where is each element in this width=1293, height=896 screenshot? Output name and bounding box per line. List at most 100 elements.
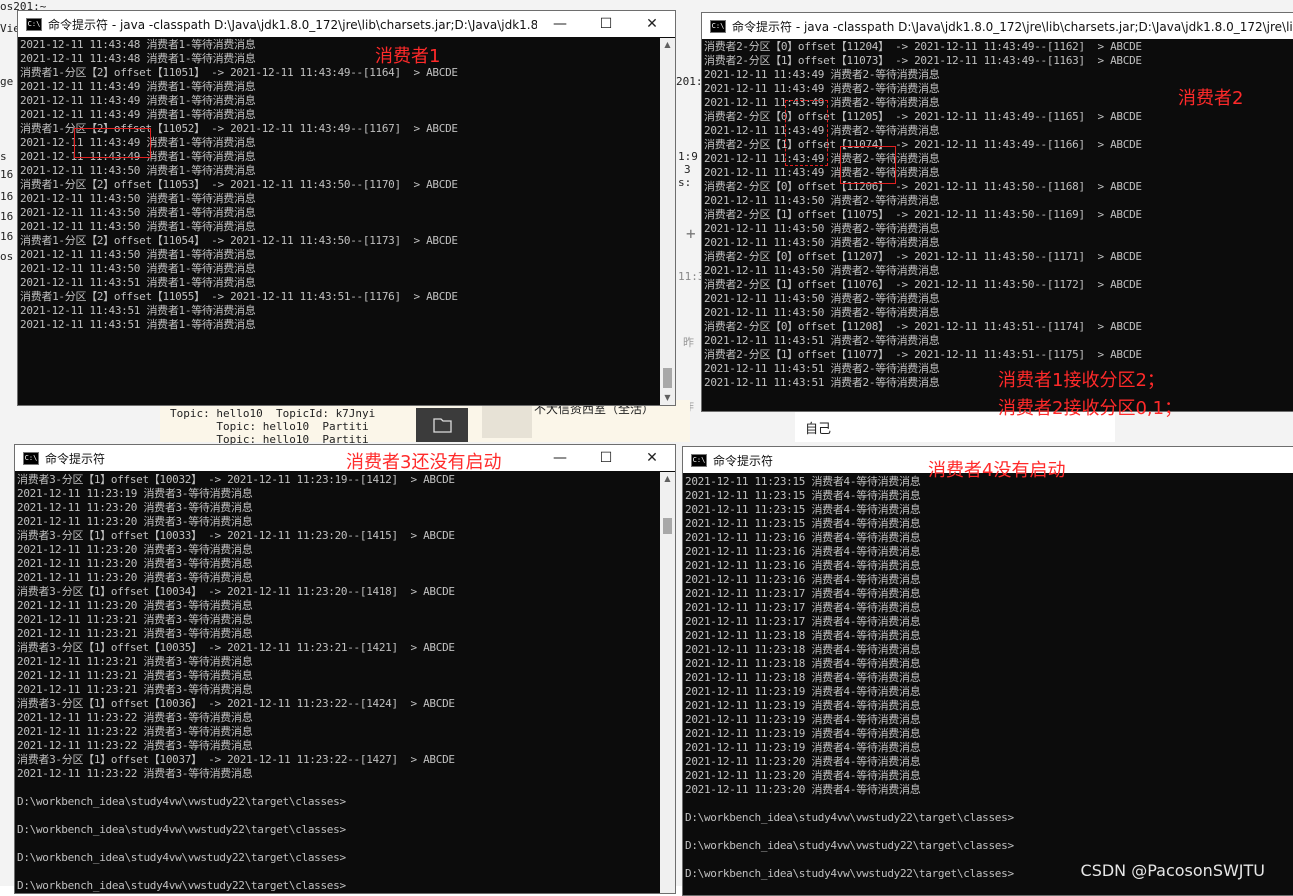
cmd-window-consumer1[interactable]: C:\ 命令提示符 - java -classpath D:\Java\jdk1… xyxy=(17,10,676,406)
console-output[interactable]: 2021-12-11 11:23:15 消费者4-等待消费消息 2021-12-… xyxy=(685,475,1293,895)
bg-fragment: 16 xyxy=(0,230,14,243)
console-line: 2021-12-11 11:43:49 消费者1-等待消费消息 xyxy=(20,80,256,93)
console-line: 2021-12-11 11:23:20 消费者3-等待消费消息 xyxy=(17,515,253,528)
console-line: 2021-12-11 11:43:50 消费者1-等待消费消息 xyxy=(20,248,256,261)
minimize-button[interactable]: — xyxy=(537,445,583,471)
console-line: 2021-12-11 11:43:51 消费者2-等待消费消息 xyxy=(704,334,940,347)
console-line: 消费者3-分区【1】offset【10036】 -> 2021-12-11 11… xyxy=(17,697,455,710)
console-line: 2021-12-11 11:23:20 消费者3-等待消费消息 xyxy=(17,557,253,570)
bg-fragment: + xyxy=(686,224,696,243)
watermark: CSDN @PacosonSWJTU xyxy=(1080,861,1265,880)
console-line: 消费者2-分区【1】offset【11073】 -> 2021-12-11 11… xyxy=(704,54,1142,67)
console-line: 2021-12-11 11:23:20 消费者3-等待消费消息 xyxy=(17,543,253,556)
console-line: 消费者3-分区【1】offset【10035】 -> 2021-12-11 11… xyxy=(17,641,455,654)
console-line: 2021-12-11 11:23:21 消费者3-等待消费消息 xyxy=(17,655,253,668)
cmd-icon: C:\ xyxy=(710,19,726,33)
console-line: 2021-12-11 11:23:22 消费者3-等待消费消息 xyxy=(17,739,253,752)
console-line: 2021-12-11 11:43:50 消费者2-等待消费消息 xyxy=(704,306,940,319)
console-output[interactable]: 消费者3-分区【1】offset【10032】 -> 2021-12-11 11… xyxy=(17,473,659,893)
console-line: 2021-12-11 11:23:20 消费者4-等待消费消息 xyxy=(685,783,921,796)
console-line: 2021-12-11 11:23:15 消费者4-等待消费消息 xyxy=(685,517,921,530)
console-line: 2021-12-11 11:23:18 消费者4-等待消费消息 xyxy=(685,629,921,642)
scroll-thumb[interactable] xyxy=(663,368,672,388)
console-line: 消费者1-分区【2】offset【11054】 -> 2021-12-11 11… xyxy=(20,234,458,247)
cmd-window-consumer4[interactable]: C:\ 命令提示符 2021-12-11 11:23:15 消费者4-等待消费消… xyxy=(682,446,1293,896)
console-line: 消费者1-分区【2】offset【11055】 -> 2021-12-11 11… xyxy=(20,290,458,303)
console-line: 消费者3-分区【1】offset【10032】 -> 2021-12-11 11… xyxy=(17,473,455,486)
scrollbar[interactable]: ▲ xyxy=(660,472,675,893)
console-line: 2021-12-11 11:23:21 消费者3-等待消费消息 xyxy=(17,613,253,626)
console-output[interactable]: 2021-12-11 11:43:48 消费者1-等待消费消息 2021-12-… xyxy=(20,38,659,405)
console-line: 2021-12-11 11:43:49 消费者2-等待消费消息 xyxy=(704,166,940,179)
console-line: 2021-12-11 11:43:49 消费者2-等待消费消息 xyxy=(704,68,940,81)
console-line: 2021-12-11 11:23:16 消费者4-等待消费消息 xyxy=(685,573,921,586)
close-button[interactable]: ✕ xyxy=(629,11,675,37)
console-line: 2021-12-11 11:23:15 消费者4-等待消费消息 xyxy=(685,503,921,516)
folder-icon[interactable] xyxy=(416,408,468,442)
console-line: 2021-12-11 11:43:51 消费者1-等待消费消息 xyxy=(20,318,256,331)
console-line: 2021-12-11 11:23:22 消费者3-等待消费消息 xyxy=(17,767,253,780)
console-line: D:\workbench_idea\study4vw\vwstudy22\tar… xyxy=(17,795,346,808)
maximize-button[interactable]: ☐ xyxy=(583,11,629,37)
bg-fragment: 1:9 xyxy=(678,150,698,163)
close-button[interactable]: ✕ xyxy=(629,445,675,471)
console-line: 2021-12-11 11:43:48 消费者1-等待消费消息 xyxy=(20,52,256,65)
console-line: 2021-12-11 11:23:19 消费者4-等待消费消息 xyxy=(685,699,921,712)
highlight-box-partition2 xyxy=(74,128,151,158)
console-line: 消费者1-分区【2】offset【11051】 -> 2021-12-11 11… xyxy=(20,66,458,79)
console-line: 2021-12-11 11:23:17 消费者4-等待消费消息 xyxy=(685,615,921,628)
bg-fragment: s xyxy=(0,150,7,163)
self-label: 自己 xyxy=(805,422,832,437)
cmd-window-consumer2[interactable]: C:\ 命令提示符 - java -classpath D:\Java\jdk1… xyxy=(701,12,1293,412)
console-line: 2021-12-11 11:43:50 消费者2-等待消费消息 xyxy=(704,194,940,207)
scroll-thumb[interactable] xyxy=(663,518,672,534)
console-line: 2021-12-11 11:23:22 消费者3-等待消费消息 xyxy=(17,725,253,738)
highlight-box-consumer2 xyxy=(840,146,896,184)
bg-fragment: s: xyxy=(678,176,692,189)
console-line: 消费者2-分区【0】offset【11207】 -> 2021-12-11 11… xyxy=(704,250,1142,263)
console-line: 2021-12-11 11:23:20 消费者3-等待消费消息 xyxy=(17,571,253,584)
bg-fragment: 昨 xyxy=(683,336,694,349)
console-line: 2021-12-11 11:43:51 消费者1-等待消费消息 xyxy=(20,276,256,289)
console-line: 2021-12-11 11:43:50 消费者1-等待消费消息 xyxy=(20,164,256,177)
annotation-consumer2: 消费者2 xyxy=(1178,88,1244,109)
maximize-button[interactable]: ☐ xyxy=(583,445,629,471)
console-line: 消费者3-分区【1】offset【10037】 -> 2021-12-11 11… xyxy=(17,753,455,766)
console-line: 2021-12-11 11:23:19 消费者3-等待消费消息 xyxy=(17,487,253,500)
bg-fragment: 201: xyxy=(676,75,703,88)
scroll-up-icon[interactable]: ▲ xyxy=(660,472,675,486)
scrollbar[interactable]: ▲ ▼ xyxy=(660,38,675,405)
chat-avatars xyxy=(482,404,532,438)
minimize-button[interactable]: — xyxy=(537,11,583,37)
scroll-up-icon[interactable]: ▲ xyxy=(660,38,675,52)
bg-fragment: os xyxy=(0,250,14,263)
console-line: 2021-12-11 11:23:19 消费者4-等待消费消息 xyxy=(685,713,921,726)
console-line: 2021-12-11 11:43:51 消费者1-等待消费消息 xyxy=(20,304,256,317)
console-line: D:\workbench_idea\study4vw\vwstudy22\tar… xyxy=(17,879,346,892)
console-line: 消费者3-分区【1】offset【10034】 -> 2021-12-11 11… xyxy=(17,585,455,598)
annotation-consumer1: 消费者1 xyxy=(375,46,441,67)
console-line: D:\workbench_idea\study4vw\vwstudy22\tar… xyxy=(17,823,346,836)
title-bar[interactable]: C:\ 命令提示符 - java -classpath D:\Java\jdk1… xyxy=(18,11,675,37)
console-line: 消费者2-分区【0】offset【11206】 -> 2021-12-11 11… xyxy=(704,180,1142,193)
title-bar[interactable]: C:\ 命令提示符 — ☐ ✕ xyxy=(15,445,675,471)
annotation-consumer3: 消费者3还没有启动 xyxy=(346,452,502,473)
console-line: 2021-12-11 11:23:19 消费者4-等待消费消息 xyxy=(685,727,921,740)
console-line: 消费者2-分区【0】offset【11208】 -> 2021-12-11 11… xyxy=(704,320,1142,333)
console-line: 2021-12-11 11:23:15 消费者4-等待消费消息 xyxy=(685,489,921,502)
scroll-down-icon[interactable]: ▼ xyxy=(660,391,675,405)
console-line: 2021-12-11 11:43:49 消费者1-等待消费消息 xyxy=(20,108,256,121)
window-title: 命令提示符 - java -classpath D:\Java\jdk1.8.0… xyxy=(48,17,537,32)
console-line: 2021-12-11 11:23:20 消费者4-等待消费消息 xyxy=(685,755,921,768)
cmd-window-consumer3[interactable]: C:\ 命令提示符 — ☐ ✕ 消费者3-分区【1】offset【10032】 … xyxy=(14,444,676,894)
console-line: 2021-12-11 11:23:21 消费者3-等待消费消息 xyxy=(17,669,253,682)
topic-line: Topic: hello10 TopicId: k7Jnyi xyxy=(170,407,376,420)
console-line: 2021-12-11 11:43:50 消费者2-等待消费消息 xyxy=(704,264,940,277)
console-line: 2021-12-11 11:23:16 消费者4-等待消费消息 xyxy=(685,559,921,572)
console-line: 2021-12-11 11:23:17 消费者4-等待消费消息 xyxy=(685,601,921,614)
title-bar[interactable]: C:\ 命令提示符 - java -classpath D:\Java\jdk1… xyxy=(702,13,1293,39)
window-title: 命令提示符 - java -classpath D:\Java\jdk1.8.0… xyxy=(732,19,1293,34)
